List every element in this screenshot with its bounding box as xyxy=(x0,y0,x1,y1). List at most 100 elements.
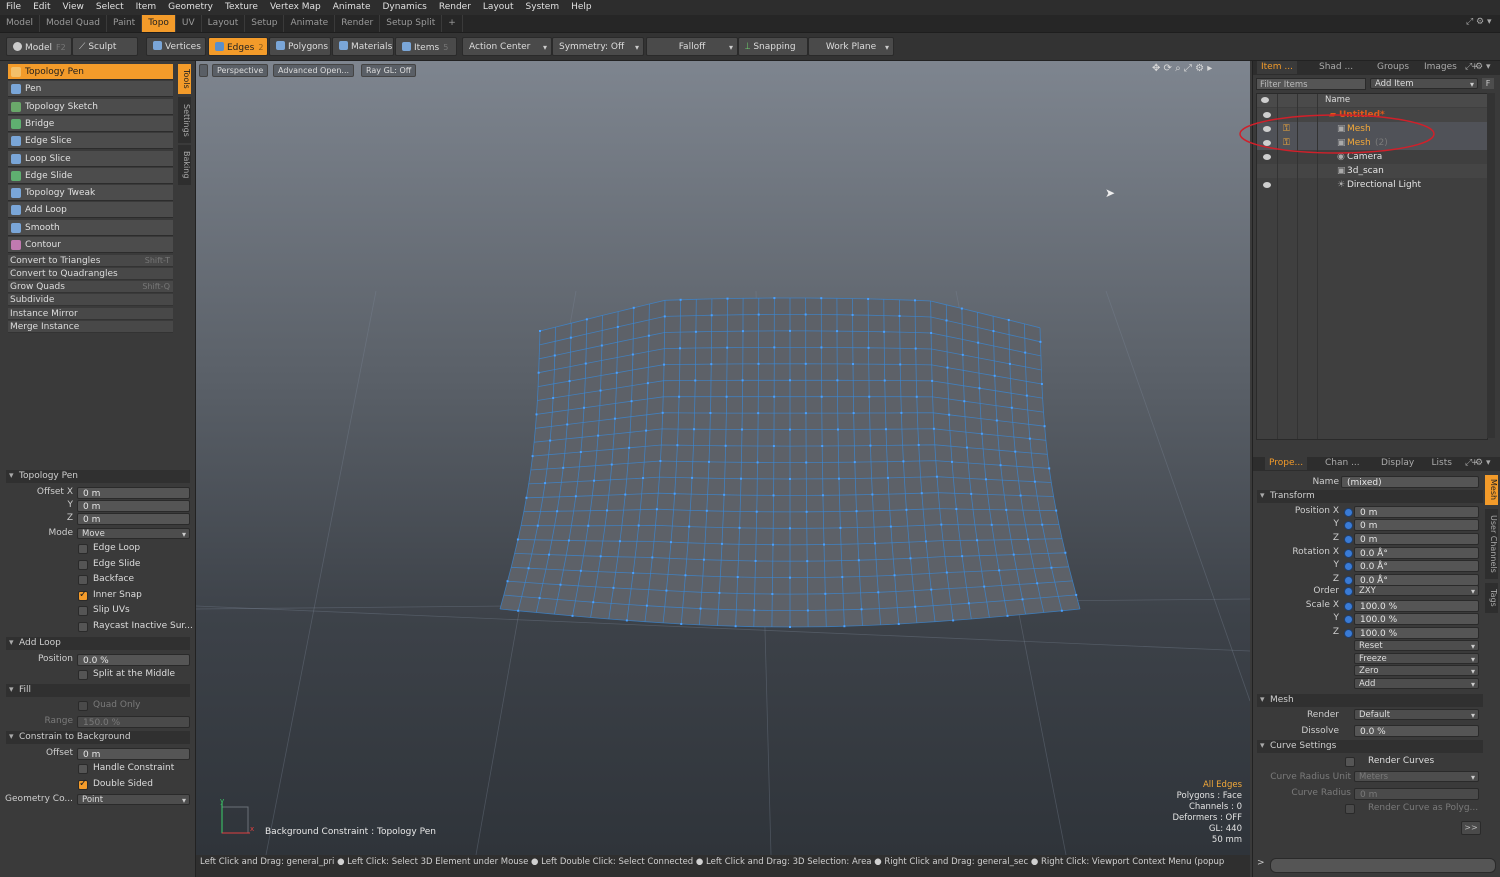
props-tab-1[interactable]: Chan ... xyxy=(1321,457,1364,470)
filter-items-input[interactable]: Filter Items xyxy=(1256,78,1366,90)
props-tab-0[interactable]: Prope... xyxy=(1265,457,1308,470)
render-curves-checkbox[interactable] xyxy=(1345,757,1355,767)
order-dropdown[interactable]: ZXY xyxy=(1354,585,1479,597)
rotation-x-field[interactable]: 0.0 Å° xyxy=(1354,547,1479,559)
layout-tab-setup-split[interactable]: Setup Split xyxy=(380,15,443,32)
raycast-inactive-sur-checkbox[interactable] xyxy=(78,622,88,632)
transform-section[interactable]: Transform xyxy=(1257,490,1483,503)
render-curve-poly-checkbox[interactable] xyxy=(1345,804,1355,814)
items-tab-1[interactable]: Shad ... xyxy=(1315,61,1358,74)
rotation-anim-dot[interactable] xyxy=(1344,575,1353,585)
tab-tags[interactable]: Tags xyxy=(1485,583,1498,613)
layout-tab-paint[interactable]: Paint xyxy=(107,15,143,32)
order-anim-dot[interactable] xyxy=(1344,587,1353,596)
command-subdivide[interactable]: Subdivide xyxy=(8,294,173,306)
curve-settings-section[interactable]: Curve Settings xyxy=(1257,740,1483,753)
position-field[interactable]: 0.0 % xyxy=(77,654,190,666)
tool-topology-pen[interactable]: Topology Pen xyxy=(8,64,173,80)
command-convert-to-triangles[interactable]: Convert to Triangles Shift-T xyxy=(8,255,173,267)
layout-tab-setup[interactable]: Setup xyxy=(245,15,285,32)
constrain-offset-field[interactable]: 0 m xyxy=(77,748,190,760)
items-tab-0[interactable]: Item ... xyxy=(1257,61,1297,74)
layout-tab-render[interactable]: Render xyxy=(335,15,381,32)
item-tree-scrollbar[interactable] xyxy=(1487,93,1495,438)
name-field[interactable]: (mixed) xyxy=(1341,476,1479,488)
constrain-section[interactable]: Constrain to Background xyxy=(6,731,190,744)
command-grow-quads[interactable]: Grow Quads Shift-Q xyxy=(8,281,173,293)
materials-button[interactable]: Materials xyxy=(332,37,394,56)
render-dropdown[interactable]: Default xyxy=(1354,709,1479,721)
name-column-header[interactable]: Name xyxy=(1325,95,1350,105)
tab-user-channels[interactable]: User Channels xyxy=(1485,509,1498,579)
visibility-eye-icon[interactable] xyxy=(1263,182,1271,188)
tab-baking[interactable]: Baking xyxy=(178,145,191,185)
items-panel-icons[interactable]: ⤢ ⚙ ▾ xyxy=(1465,62,1491,72)
slip-uvs-checkbox[interactable] xyxy=(78,606,88,617)
dissolve-field[interactable]: 0.0 % xyxy=(1354,725,1479,737)
menu-help[interactable]: Help xyxy=(565,0,598,15)
command-input[interactable] xyxy=(1270,858,1496,873)
edge-slide-checkbox[interactable] xyxy=(78,559,88,570)
command-instance-mirror[interactable]: Instance Mirror xyxy=(8,308,173,320)
layout-options-icons[interactable]: ⤢ ⚙ ▾ xyxy=(1466,17,1492,27)
scale-anim-dot[interactable] xyxy=(1344,602,1353,611)
rotation-y-field[interactable]: 0.0 Å° xyxy=(1354,560,1479,573)
3d-viewport[interactable]: Perspective Advanced Open... Ray GL: Off… xyxy=(196,61,1250,855)
handle-constraint-checkbox[interactable] xyxy=(78,764,88,774)
add-item-dropdown[interactable]: Add Item xyxy=(1370,78,1478,90)
tool-add-loop[interactable]: Add Loop xyxy=(8,202,173,219)
menu-file[interactable]: File xyxy=(0,0,27,15)
menu-system[interactable]: System xyxy=(520,0,566,15)
layout-tab--[interactable]: + xyxy=(442,15,463,32)
falloff-dropdown[interactable]: Falloff xyxy=(646,37,738,57)
tab-mesh[interactable]: Mesh xyxy=(1485,475,1498,505)
offset-y-field[interactable]: 0 m xyxy=(77,500,190,512)
tool-smooth[interactable]: Smooth xyxy=(8,219,173,236)
topology-pen-section[interactable]: Topology Pen xyxy=(6,470,190,483)
tool-topology-sketch[interactable]: Topology Sketch xyxy=(8,98,173,115)
symmetry-dropdown[interactable]: Symmetry: Off xyxy=(552,37,644,57)
curve-radius-unit-dropdown[interactable]: Meters xyxy=(1354,771,1479,783)
backface-checkbox[interactable] xyxy=(78,575,88,586)
command-convert-to-quadrangles[interactable]: Convert to Quadrangles xyxy=(8,268,173,280)
position-y-field[interactable]: 0 m xyxy=(1354,519,1479,532)
scale-y-field[interactable]: 100.0 % xyxy=(1354,613,1479,626)
item-row-light[interactable]: ☀ Directional Light xyxy=(1257,178,1487,192)
add-loop-section[interactable]: Add Loop xyxy=(6,637,190,650)
layout-tab-uv[interactable]: UV xyxy=(176,15,202,32)
transform-add-dropdown[interactable]: Add xyxy=(1354,678,1479,690)
layout-tab-topo[interactable]: Topo xyxy=(142,15,176,32)
mesh-section[interactable]: Mesh xyxy=(1257,694,1483,707)
tool-topology-tweak[interactable]: Topology Tweak xyxy=(8,185,173,202)
position-anim-dot[interactable] xyxy=(1344,534,1353,544)
layout-tab-model-quad[interactable]: Model Quad xyxy=(40,15,107,32)
edges-button[interactable]: Edges 2 xyxy=(208,37,268,56)
items-button[interactable]: Items 5 xyxy=(395,37,457,56)
tool-contour[interactable]: Contour xyxy=(8,237,173,253)
tab-tools[interactable]: Tools xyxy=(178,64,191,94)
range-field[interactable]: 150.0 % xyxy=(77,716,190,728)
menu-view[interactable]: View xyxy=(57,0,90,15)
scale-x-field[interactable]: 100.0 % xyxy=(1354,600,1479,612)
quad-only-checkbox[interactable] xyxy=(78,701,88,711)
work-plane-dropdown[interactable]: Work Plane xyxy=(808,37,894,57)
rotation-z-field[interactable]: 0.0 Å° xyxy=(1354,573,1479,586)
props-panel-icons[interactable]: ⤢ ⚙ ▾ xyxy=(1465,458,1491,468)
items-tab-2[interactable]: Groups xyxy=(1373,61,1414,74)
transform-zero-dropdown[interactable]: Zero xyxy=(1354,665,1479,677)
model-mode-button[interactable]: Model F2 xyxy=(6,37,72,56)
curve-radius-field[interactable]: 0 m xyxy=(1354,788,1479,800)
position-x-field[interactable]: 0 m xyxy=(1354,506,1479,518)
menu-vertex-map[interactable]: Vertex Map xyxy=(264,0,327,15)
transform-reset-dropdown[interactable]: Reset xyxy=(1354,640,1479,652)
tool-edge-slide[interactable]: Edge Slide xyxy=(8,167,173,184)
menu-render[interactable]: Render xyxy=(433,0,477,15)
edge-loop-checkbox[interactable] xyxy=(78,544,88,554)
scale-z-field[interactable]: 100.0 % xyxy=(1354,626,1479,639)
tool-loop-slice[interactable]: Loop Slice xyxy=(8,150,173,167)
layout-tab-animate[interactable]: Animate xyxy=(284,15,336,32)
items-tab-3[interactable]: Images xyxy=(1420,61,1461,74)
scale-anim-dot[interactable] xyxy=(1344,615,1353,625)
offset-z-field[interactable]: 0 m xyxy=(77,513,190,525)
menu-dynamics[interactable]: Dynamics xyxy=(376,0,432,15)
